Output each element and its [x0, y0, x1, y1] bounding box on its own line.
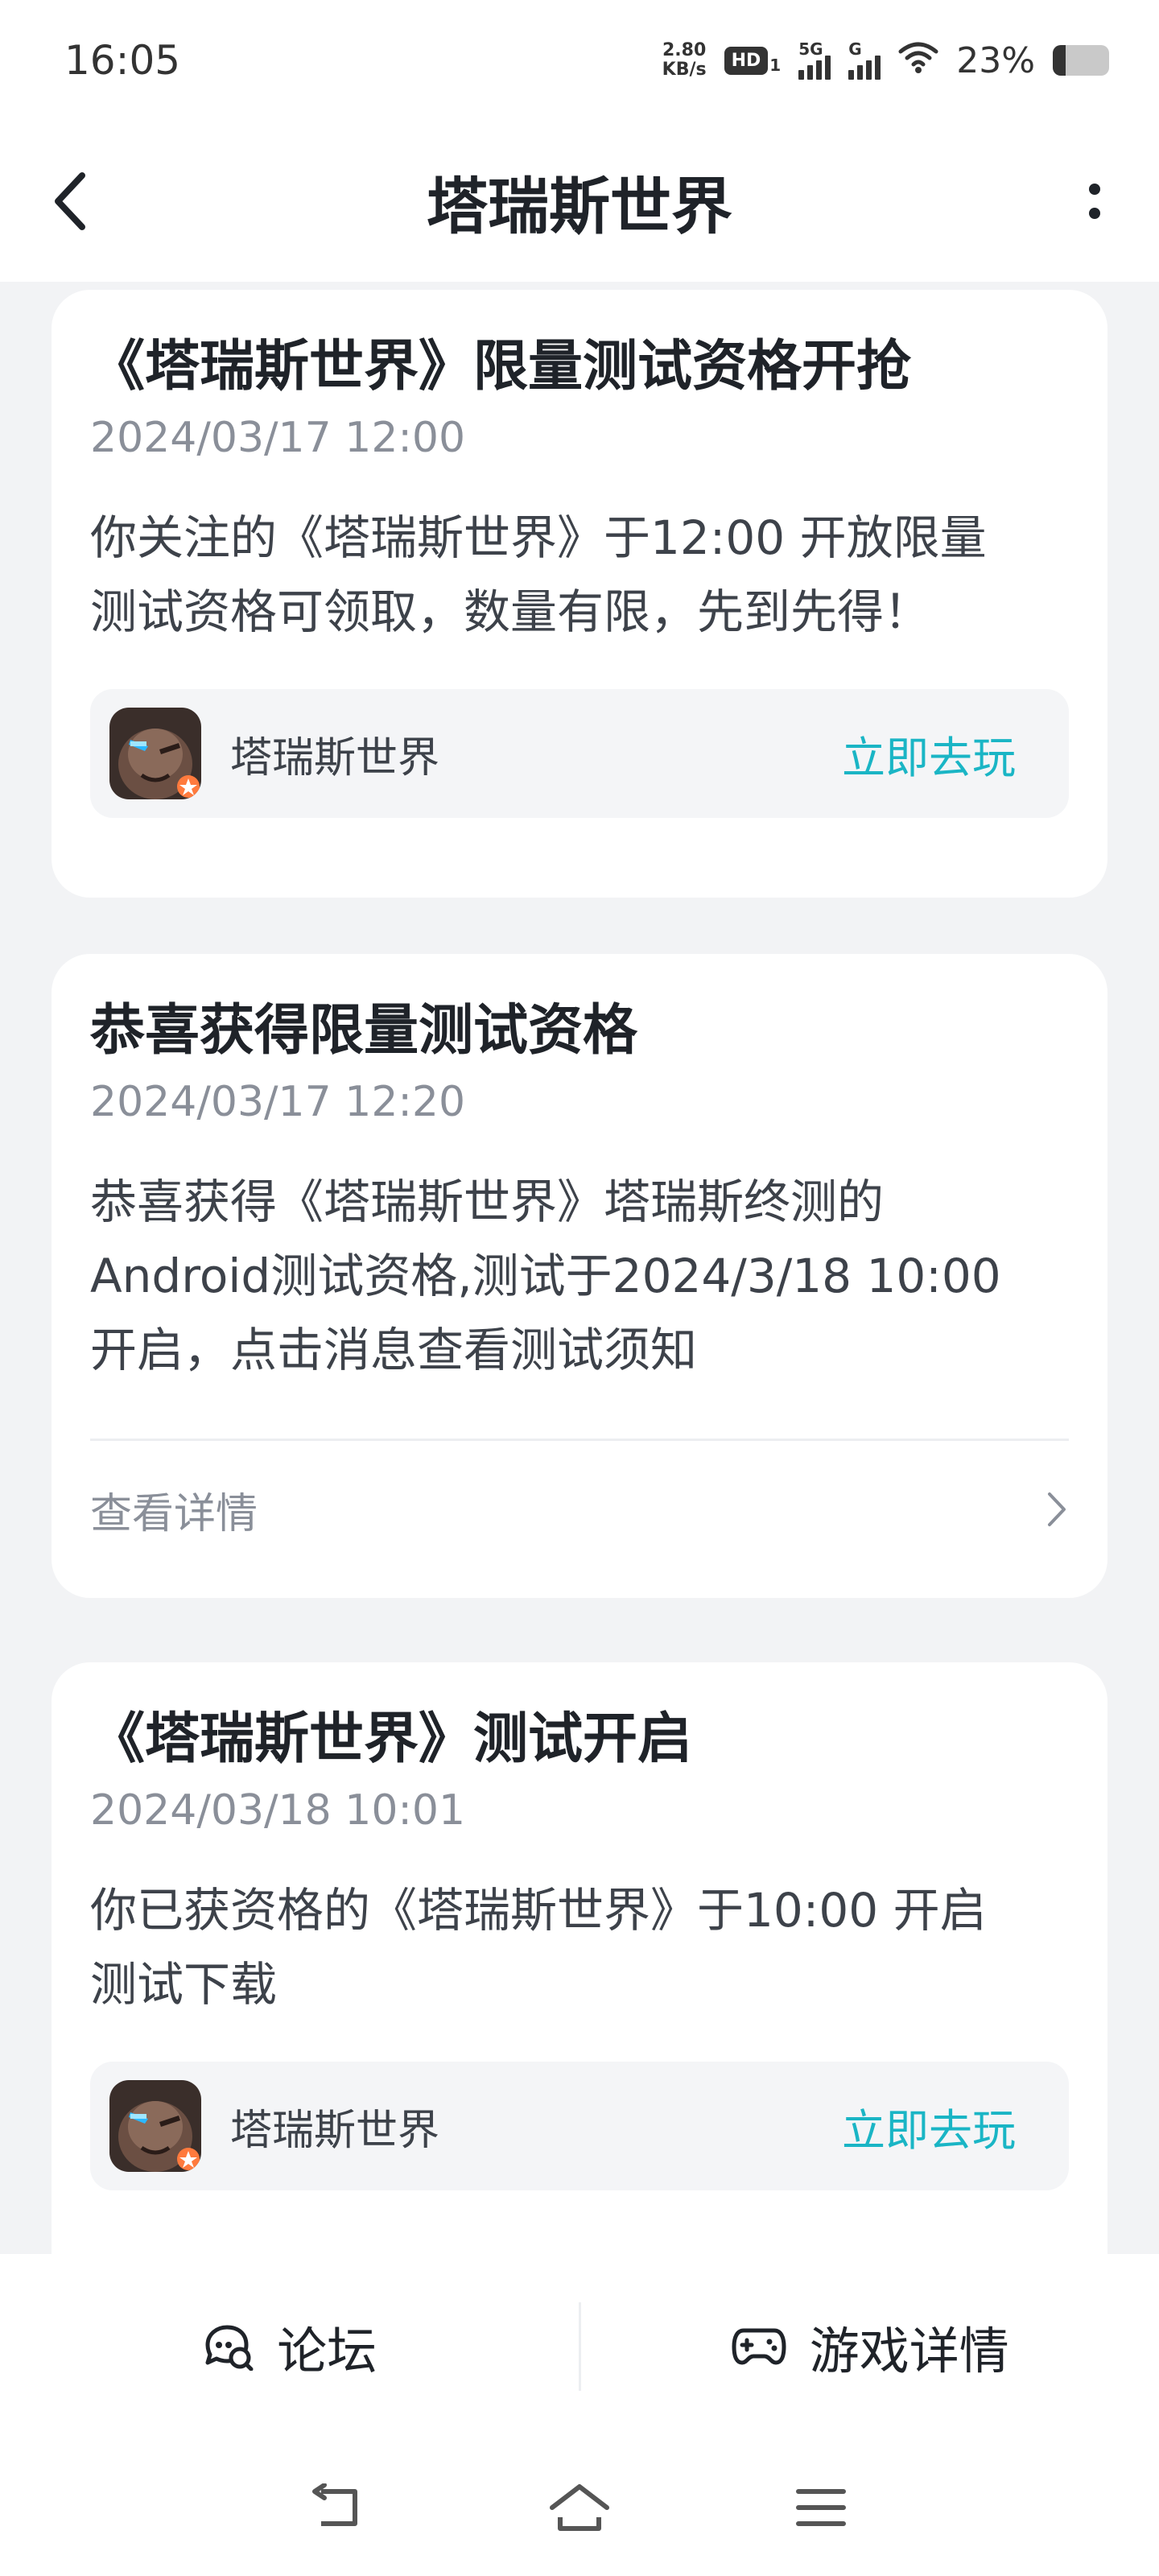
message-body-line: 你已获资格的《塔瑞斯世界》于10:00 开启 — [90, 1883, 987, 1938]
message-time: 2024/03/17 12:20 — [90, 1078, 466, 1126]
signal-5g-icon: 5G — [798, 39, 831, 80]
system-nav-bar — [0, 2439, 1159, 2576]
message-title: 《塔瑞斯世界》限量测试资格开抢 — [90, 335, 912, 398]
message-card[interactable]: 《塔瑞斯世界》限量测试资格开抢 2024/03/17 12:00 你关注的《塔瑞… — [52, 290, 1107, 898]
play-now-button[interactable]: 立即去玩 — [842, 722, 1016, 786]
signal-g-icon: G — [848, 39, 881, 80]
forum-button[interactable]: 论坛 — [0, 2254, 579, 2439]
view-details-label: 查看详情 — [90, 1489, 258, 1538]
chevron-right-icon — [1048, 1492, 1066, 1526]
nav-menu-button[interactable] — [785, 2471, 857, 2544]
app-header: 塔瑞斯世界 — [0, 121, 1159, 282]
more-dot-icon — [1089, 208, 1100, 219]
more-dot-icon — [1089, 184, 1100, 195]
game-entry[interactable]: 塔瑞斯世界 立即去玩 — [90, 2062, 1069, 2190]
game-details-label: 游戏详情 — [809, 2322, 1009, 2380]
network-speed-unit: KB/s — [662, 60, 707, 80]
back-button[interactable] — [42, 165, 98, 237]
message-title: 《塔瑞斯世界》测试开启 — [90, 1707, 693, 1771]
message-card[interactable]: 《塔瑞斯世界》测试开启 2024/03/18 10:01 你已获资格的《塔瑞斯世… — [52, 1662, 1107, 2254]
message-body-line: 测试下载 — [90, 1957, 278, 2012]
message-body-line: Android测试资格,测试于2024/3/18 10:00 — [90, 1249, 1001, 1303]
chevron-left-icon — [55, 172, 85, 230]
wifi-icon — [898, 42, 938, 80]
game-entry[interactable]: 塔瑞斯世界 立即去玩 — [90, 689, 1069, 818]
hd-icon: HD 1 — [724, 46, 782, 75]
signal-g-label: G — [848, 39, 862, 59]
message-body-line: 测试资格可领取，数量有限，先到先得！ — [90, 584, 931, 639]
bottom-action-bar: 论坛 游戏详情 — [0, 2254, 1159, 2439]
message-body: 你关注的《塔瑞斯世界》于12:00 开放限量 测试资格可领取，数量有限，先到先得… — [90, 501, 1069, 649]
message-card[interactable]: 恭喜获得限量测试资格 2024/03/17 12:20 恭喜获得《塔瑞斯世界》塔… — [52, 954, 1107, 1598]
message-body: 恭喜获得《塔瑞斯世界》塔瑞斯终测的 Android测试资格,测试于2024/3/… — [90, 1165, 1069, 1387]
nav-home-button[interactable] — [543, 2471, 616, 2544]
status-bar: 16:05 2.80 KB/s HD 1 5G G 23% — [0, 0, 1159, 121]
network-speed-value: 2.80 — [662, 40, 707, 60]
nav-back-button[interactable] — [302, 2471, 374, 2544]
battery-fill — [1053, 45, 1066, 76]
message-body-line: 恭喜获得《塔瑞斯世界》塔瑞斯终测的 — [90, 1174, 885, 1229]
page-title: 塔瑞斯世界 — [427, 171, 732, 242]
forum-chat-icon — [205, 2325, 254, 2371]
status-icons: 2.80 KB/s HD 1 5G G 23% — [662, 39, 1109, 81]
gamepad-icon — [732, 2328, 786, 2365]
battery-icon — [1053, 45, 1109, 76]
message-time: 2024/03/17 12:00 — [90, 414, 466, 462]
view-details-row[interactable]: 查看详情 — [90, 1441, 1069, 1578]
nav-back-icon — [312, 2483, 357, 2526]
message-time: 2024/03/18 10:01 — [90, 1786, 466, 1835]
message-title: 恭喜获得限量测试资格 — [90, 999, 638, 1063]
message-body-line: 你关注的《塔瑞斯世界》于12:00 开放限量 — [90, 510, 987, 565]
nav-menu-icon — [796, 2489, 846, 2526]
forum-label: 论坛 — [277, 2322, 377, 2380]
more-menu-button[interactable] — [1070, 165, 1119, 237]
status-time: 16:05 — [64, 37, 181, 84]
nav-home-icon — [550, 2484, 609, 2531]
hd-sub: 1 — [769, 55, 782, 75]
network-speed: 2.80 KB/s — [662, 41, 707, 80]
game-app-icon — [109, 2080, 201, 2172]
message-body: 你已获资格的《塔瑞斯世界》于10:00 开启 测试下载 — [90, 1873, 1069, 2021]
game-name: 塔瑞斯世界 — [230, 2106, 440, 2155]
message-body-line: 开启，点击消息查看测试须知 — [90, 1323, 698, 1377]
hd-badge: HD — [724, 46, 769, 75]
battery-percent: 23% — [956, 39, 1035, 81]
game-app-icon — [109, 708, 201, 799]
game-name: 塔瑞斯世界 — [230, 733, 440, 782]
message-list[interactable]: 《塔瑞斯世界》限量测试资格开抢 2024/03/17 12:00 你关注的《塔瑞… — [0, 282, 1159, 2254]
play-now-button[interactable]: 立即去玩 — [842, 2095, 1016, 2158]
game-details-button[interactable]: 游戏详情 — [581, 2254, 1159, 2439]
signal-5g-label: 5G — [798, 39, 823, 59]
